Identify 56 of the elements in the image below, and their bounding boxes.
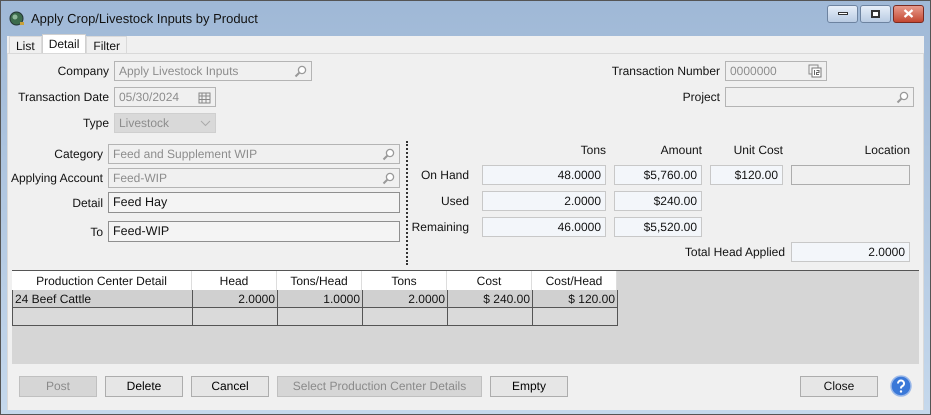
table-cell: $ 240.00 <box>448 290 533 307</box>
field-value: Apply Livestock Inputs <box>119 63 238 80</box>
table-cell: 24 Beef Cattle <box>13 290 193 307</box>
close-icon[interactable] <box>903 9 914 18</box>
tab[interactable]: Filter <box>86 36 128 53</box>
action-button[interactable]: Empty <box>490 376 568 396</box>
app-logo-icon <box>9 10 25 26</box>
value-field[interactable]: $240.00 <box>614 191 702 211</box>
column-header: Location <box>864 142 910 159</box>
tab[interactable]: Detail <box>42 34 86 53</box>
help-icon[interactable] <box>890 375 912 397</box>
value-field[interactable]: 48.0000 <box>482 165 606 185</box>
field-label: Used <box>440 193 469 210</box>
field-label: Type <box>82 115 109 132</box>
field-value: Feed and Supplement WIP <box>113 146 258 163</box>
window-title: Apply Crop/Livestock Inputs by Product <box>31 10 258 28</box>
table-cell: $ 120.00 <box>533 290 618 307</box>
field-label: On Hand <box>420 167 469 184</box>
input-field[interactable]: Feed Hay <box>108 192 400 213</box>
table-cell: 1.0000 <box>278 290 363 307</box>
minimize-button[interactable] <box>827 4 858 22</box>
field-value: Feed-WIP <box>113 170 168 187</box>
action-button[interactable]: Cancel <box>191 376 269 396</box>
value-field[interactable]: 2.0000 <box>791 242 910 262</box>
maximize-button[interactable] <box>860 4 891 22</box>
field-label: Detail <box>72 194 103 212</box>
close-window-button[interactable] <box>893 4 924 22</box>
field-label: Company <box>58 63 109 80</box>
column-header: Amount <box>660 142 702 159</box>
field-label: Transaction Date <box>18 89 109 106</box>
field-value: 05/30/2024 <box>119 89 180 106</box>
value-field[interactable]: $120.00 <box>710 165 783 185</box>
field-label: Project <box>682 89 720 106</box>
field-value: 0000000 <box>730 63 777 80</box>
table-cell: 2.0000 <box>363 290 448 307</box>
value-field[interactable]: 2.0000 <box>482 191 606 211</box>
value-field[interactable]: $5,760.00 <box>614 165 702 185</box>
field-label: Category <box>54 146 103 163</box>
column-header: Unit Cost <box>734 142 783 159</box>
tab[interactable]: List <box>9 36 42 53</box>
location-field[interactable] <box>791 165 910 185</box>
close-button[interactable]: Close <box>800 376 878 396</box>
field-value: Feed Hay <box>113 194 168 212</box>
field-label: To <box>90 224 103 240</box>
field-label: Total Head Applied <box>684 244 785 261</box>
column-header: Tons <box>580 142 606 159</box>
value-field[interactable]: $5,520.00 <box>614 217 702 237</box>
field-label: Remaining <box>412 219 469 236</box>
action-button[interactable]: Delete <box>105 376 183 396</box>
field-label: Applying Account <box>10 170 103 187</box>
field-value: Livestock <box>119 115 170 132</box>
field-value: Feed-WIP <box>113 223 170 240</box>
input-field[interactable]: Feed-WIP <box>108 221 400 242</box>
table-cell: 2.0000 <box>193 290 278 307</box>
field-label: Transaction Number <box>612 63 720 80</box>
value-field[interactable]: 46.0000 <box>482 217 606 237</box>
